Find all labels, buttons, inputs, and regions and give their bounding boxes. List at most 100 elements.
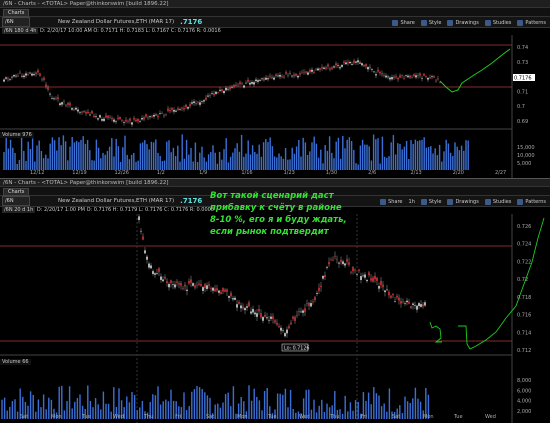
top-volume-bar — [210, 152, 212, 170]
bottom-candle-body — [146, 256, 148, 260]
top-volume-bar — [326, 150, 329, 170]
top-candle-body — [309, 69, 311, 73]
bottom-candle-body — [340, 260, 342, 263]
bottom-candle-body — [370, 278, 372, 281]
bottom-drawings-button[interactable]: Drawings — [447, 198, 479, 205]
bottom-candle-body — [324, 275, 326, 277]
top-volume-bar — [71, 136, 73, 170]
top-candle-body — [77, 109, 79, 112]
top-x-tick: 12/19 — [72, 170, 87, 176]
top-candle-body — [355, 61, 357, 63]
bottom-candle-body — [410, 306, 412, 309]
bottom-candle-body — [214, 288, 216, 292]
bottom-candle-body — [278, 326, 280, 328]
drawings-icon — [447, 198, 454, 205]
top-candle-body — [433, 76, 435, 78]
top-volume-bar — [291, 147, 293, 170]
bottom-candle-body — [242, 306, 244, 309]
top-tab-charts[interactable]: Charts — [3, 9, 30, 17]
top-candle-body — [147, 117, 149, 118]
top-candle-body — [67, 102, 69, 105]
bottom-candle-body — [374, 275, 376, 280]
bottom-candle-body — [316, 293, 318, 294]
top-volume-bar — [14, 152, 16, 170]
top-candle-body — [73, 109, 75, 110]
bottom-price-chart[interactable]: 0.726 0.724 0.722 0.72 0.718 0.716 0.714 0.712 8… — [0, 214, 550, 423]
top-volume-bar — [31, 138, 34, 170]
bottom-vol-y-tick: 6,000 — [517, 388, 531, 394]
top-x-tick: 2/20 — [452, 170, 464, 176]
top-volume-bar — [320, 149, 322, 170]
top-candle-body — [347, 62, 349, 64]
top-candle-body — [123, 122, 125, 123]
top-candle-body — [93, 115, 95, 118]
bottom-candle-body — [168, 283, 170, 288]
top-volume-bar — [159, 156, 161, 170]
bottom-patterns-button[interactable]: Patterns — [517, 198, 546, 205]
top-candle-body — [353, 60, 355, 63]
top-candle-body — [149, 116, 151, 118]
top-candle-body — [151, 116, 153, 117]
bottom-studies-button[interactable]: Studies — [484, 198, 511, 205]
bottom-candle-body — [392, 293, 394, 296]
bottom-y-tick: 0.718 — [517, 295, 531, 301]
top-candle-body — [193, 101, 195, 103]
bottom-share-button[interactable]: Share — [380, 198, 403, 205]
top-candle-body — [53, 98, 55, 100]
top-price-chart[interactable]: 0.740.730.720.710.70.6915,00010,0005,000… — [0, 35, 550, 178]
top-candle-body — [47, 87, 49, 90]
top-candle-body — [305, 71, 307, 73]
bottom-candle-body — [260, 313, 262, 318]
top-candle-body — [203, 100, 205, 102]
bottom-timeframe[interactable]: /6N 20 d 1h — [2, 207, 36, 213]
top-volume-bar — [465, 140, 467, 170]
top-candle-body — [215, 91, 217, 94]
bottom-candle-body — [342, 261, 344, 264]
top-share-button[interactable]: Share — [392, 19, 415, 26]
bottom-aggregation-button[interactable]: 1h — [409, 199, 415, 205]
top-candle-body — [233, 84, 235, 87]
top-volume-bar — [366, 144, 368, 170]
top-y-tick: 0.71 — [517, 89, 528, 95]
bottom-candle-body — [350, 271, 352, 273]
top-drawings-button[interactable]: Drawings — [447, 19, 479, 26]
top-patterns-button[interactable]: Patterns — [517, 19, 546, 26]
top-candle-body — [267, 78, 269, 80]
top-candle-body — [75, 107, 77, 110]
top-x-tick: 1/30 — [325, 170, 338, 176]
share-icon — [380, 198, 387, 205]
top-candle-body — [201, 101, 203, 102]
top-volume-bar — [458, 150, 461, 170]
top-volume-bar — [181, 134, 183, 170]
bottom-y-tick: 0.722 — [517, 259, 531, 265]
bottom-candle-body — [192, 283, 194, 286]
top-candle-body — [113, 119, 115, 122]
top-tab-bar: Charts — [0, 8, 550, 17]
top-candle-body — [33, 74, 35, 76]
bottom-candle-body — [232, 298, 234, 300]
bottom-candle-body — [358, 269, 360, 271]
top-candle-body — [437, 78, 439, 80]
top-candle-body — [19, 72, 21, 74]
top-volume-bar — [29, 149, 32, 170]
top-volume-bar — [84, 143, 87, 170]
bottom-candle-body — [162, 279, 164, 282]
bottom-tab-charts[interactable]: Charts — [3, 188, 30, 196]
bottom-candle-body — [334, 255, 336, 257]
bottom-title-bar[interactable]: /6N - Charts - <TOTAL> Paper@thinkorswim… — [0, 179, 550, 187]
top-title-bar[interactable]: /6N - Charts - <TOTAL> Paper@thinkorswim… — [0, 0, 550, 8]
bottom-symbol-input[interactable]: /6N — [2, 196, 30, 206]
top-candle-body — [427, 78, 429, 80]
top-timeframe[interactable]: /6N 180 d 4h — [2, 28, 39, 34]
top-symbol-input[interactable]: /6N — [2, 17, 30, 27]
top-volume-bar — [23, 150, 25, 170]
top-volume-bar — [324, 145, 326, 170]
bottom-candle-body — [354, 269, 356, 271]
bottom-style-button[interactable]: Style — [420, 198, 441, 205]
top-volume-bar — [141, 142, 144, 170]
top-candle-body — [213, 93, 215, 96]
top-volume-bar — [258, 144, 260, 170]
bottom-candle-body — [196, 284, 198, 286]
top-style-button[interactable]: Style — [420, 19, 441, 26]
top-studies-button[interactable]: Studies — [484, 19, 511, 26]
